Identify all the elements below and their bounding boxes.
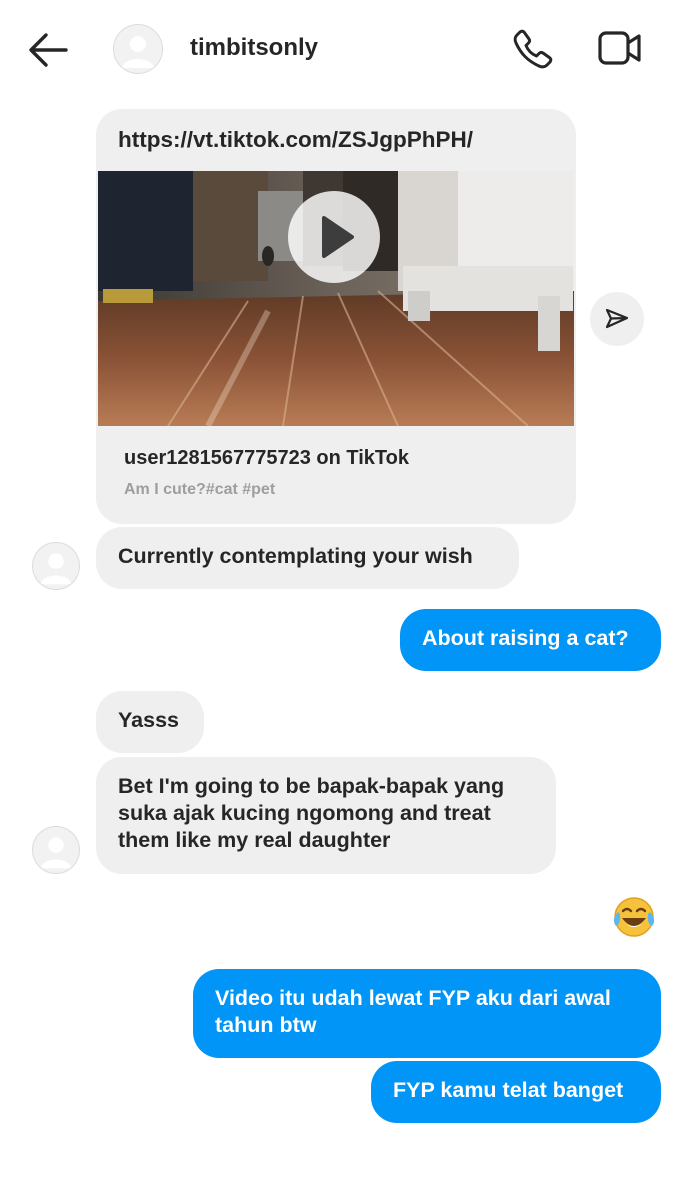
message-bubble-outgoing[interactable]: FYP kamu telat banget	[371, 1061, 661, 1123]
username[interactable]: timbitsonly	[190, 34, 318, 62]
message-bubble-incoming[interactable]: Bet I'm going to be bapak-bapak yang suk…	[96, 757, 556, 874]
shared-post-title: user1281567775723 on TikTok	[124, 447, 409, 469]
video-camera-icon[interactable]	[598, 30, 642, 66]
arrow-left-icon[interactable]	[26, 30, 70, 70]
avatar[interactable]	[32, 542, 80, 590]
phone-icon[interactable]	[512, 28, 554, 70]
shared-post-caption: Am I cute?#cat #pet	[124, 481, 276, 498]
message-bubble-incoming[interactable]: Yasss	[96, 691, 204, 753]
message-bubble-outgoing[interactable]: About raising a cat?	[400, 609, 661, 671]
share-post-button[interactable]	[590, 292, 644, 346]
avatar[interactable]	[113, 24, 163, 74]
play-icon[interactable]	[288, 191, 380, 283]
message-bubble-outgoing[interactable]: Video itu udah lewat FYP aku dari awal t…	[193, 969, 661, 1058]
face-with-tears-of-joy-icon	[613, 897, 655, 937]
avatar[interactable]	[32, 826, 80, 874]
shared-post-url[interactable]: https://vt.tiktok.com/ZSJgpPhPH/	[118, 127, 473, 153]
paper-plane-icon	[605, 308, 629, 329]
message-bubble-incoming[interactable]: Currently contemplating your wish	[96, 527, 519, 589]
shared-post-card[interactable]: https://vt.tiktok.com/ZSJgpPhPH/ user128…	[96, 109, 576, 524]
emoji-message[interactable]	[610, 894, 658, 940]
